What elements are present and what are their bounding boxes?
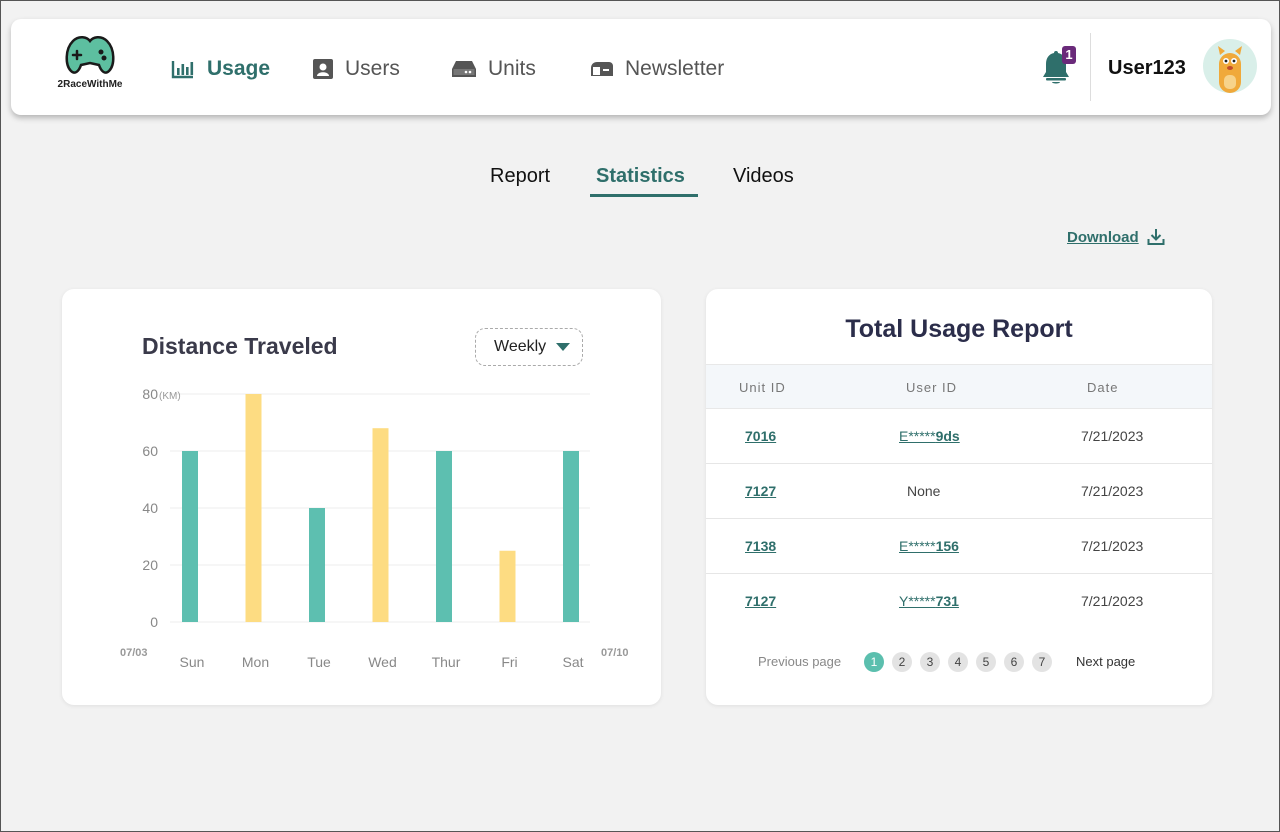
notification-count-badge: 1 — [1062, 46, 1076, 64]
y-tick-label: 60 — [142, 443, 158, 459]
unit-id-link[interactable]: 7127 — [745, 593, 776, 609]
date-cell: 7/21/2023 — [1081, 483, 1144, 499]
nav-users-label: Users — [345, 57, 400, 80]
usage-report-card: Total Usage Report Unit ID User ID Date … — [706, 289, 1212, 705]
top-navbar: 2RaceWithMe Usage Users Units Newsletter… — [11, 19, 1271, 115]
avatar-character-icon — [1218, 46, 1242, 93]
column-header-date[interactable]: Date — [1087, 380, 1118, 395]
x-tick-label: Sat — [562, 654, 583, 670]
next-page-button[interactable]: Next page — [1076, 654, 1135, 669]
table-row: 7127 Y*****731 7/21/2023 — [706, 574, 1212, 629]
user-id-link[interactable]: E*****156 — [899, 538, 959, 554]
page-4-button[interactable]: 4 — [948, 652, 968, 672]
bar-wed — [372, 428, 389, 622]
tab-videos[interactable]: Videos — [733, 165, 794, 188]
date-cell: 7/21/2023 — [1081, 428, 1144, 444]
user-id-link[interactable]: E*****9ds — [899, 428, 960, 444]
download-button[interactable]: Download — [1067, 228, 1165, 246]
x-tick-label: Sun — [180, 654, 205, 670]
report-title: Total Usage Report — [845, 315, 1073, 343]
nav-newsletter[interactable]: Newsletter — [591, 57, 724, 81]
page-5-button[interactable]: 5 — [976, 652, 996, 672]
x-tick-label: Wed — [368, 654, 397, 670]
table-row: 7138 E*****156 7/21/2023 — [706, 519, 1212, 574]
page-6-button[interactable]: 6 — [1004, 652, 1024, 672]
nav-usage[interactable]: Usage — [171, 57, 270, 81]
page-2-button[interactable]: 2 — [892, 652, 912, 672]
date-cell: 7/21/2023 — [1081, 593, 1144, 609]
x-tick-label: Mon — [242, 654, 269, 670]
bar-tue — [309, 508, 325, 622]
header-divider — [1090, 33, 1091, 101]
table-row: 7127 None 7/21/2023 — [706, 464, 1212, 519]
bar-mon — [245, 394, 262, 622]
brand-logo[interactable]: 2RaceWithMe — [51, 33, 129, 90]
nav-usage-label: Usage — [207, 57, 271, 80]
user-card-icon — [313, 59, 333, 79]
bar-thur — [436, 451, 452, 622]
nav-units-label: Units — [488, 57, 536, 80]
date-start-label: 07/03 — [120, 647, 148, 659]
bar-sun — [182, 451, 198, 622]
username[interactable]: User123 — [1108, 57, 1186, 80]
x-tick-label: Fri — [501, 654, 517, 670]
tab-statistics[interactable]: Statistics — [596, 165, 685, 188]
bar-sat — [563, 451, 579, 622]
nav-newsletter-label: Newsletter — [625, 57, 725, 80]
report-table-header: Unit ID User ID Date — [706, 364, 1212, 409]
active-tab-underline — [590, 194, 698, 197]
tab-report[interactable]: Report — [490, 165, 550, 188]
x-tick-label: Thur — [432, 654, 461, 670]
y-unit-label: (KM) — [159, 391, 181, 402]
unit-id-link[interactable]: 7138 — [745, 538, 776, 554]
page-1-button[interactable]: 1 — [864, 652, 884, 672]
page-7-button[interactable]: 7 — [1032, 652, 1052, 672]
y-tick-label: 20 — [142, 557, 158, 573]
table-row: 7016 E*****9ds 7/21/2023 — [706, 409, 1212, 464]
unit-id-link[interactable]: 7127 — [745, 483, 776, 499]
mailbox-icon — [591, 60, 613, 78]
y-tick-label: 40 — [142, 500, 158, 516]
drive-icon — [452, 61, 476, 77]
download-label: Download — [1067, 228, 1139, 246]
column-header-user-id[interactable]: User ID — [906, 380, 957, 395]
distance-chart-card: Distance Traveled Weekly 80 60 40 20 0 (KM) Su… — [62, 289, 661, 705]
download-icon — [1147, 229, 1165, 245]
y-tick-label: 0 — [150, 614, 158, 630]
gamepad-logo-icon — [65, 36, 115, 74]
column-header-unit-id[interactable]: Unit ID — [739, 380, 786, 395]
x-tick-label: Tue — [307, 654, 331, 670]
distance-bar-chart: 80 60 40 20 0 (KM) Sun Mon Tue Wed Thur Fri Sat 07/03… — [120, 386, 629, 670]
nav-units[interactable]: Units — [452, 57, 536, 81]
bar-chart-icon — [171, 59, 195, 79]
date-end-label: 07/10 — [601, 647, 629, 659]
unit-id-link[interactable]: 7016 — [745, 428, 776, 444]
date-cell: 7/21/2023 — [1081, 538, 1144, 554]
brand-name: 2RaceWithMe — [57, 79, 123, 90]
user-id-link[interactable]: Y*****731 — [899, 593, 959, 609]
page-3-button[interactable]: 3 — [920, 652, 940, 672]
pagination: Previous page 1 2 3 4 5 6 7 Next page — [706, 652, 1212, 672]
bar-fri — [499, 550, 516, 622]
previous-page-button[interactable]: Previous page — [758, 654, 841, 669]
avatar[interactable] — [1203, 39, 1257, 93]
y-tick-label: 80 — [142, 386, 158, 402]
nav-users[interactable]: Users — [313, 57, 400, 81]
user-id-none: None — [907, 483, 941, 499]
